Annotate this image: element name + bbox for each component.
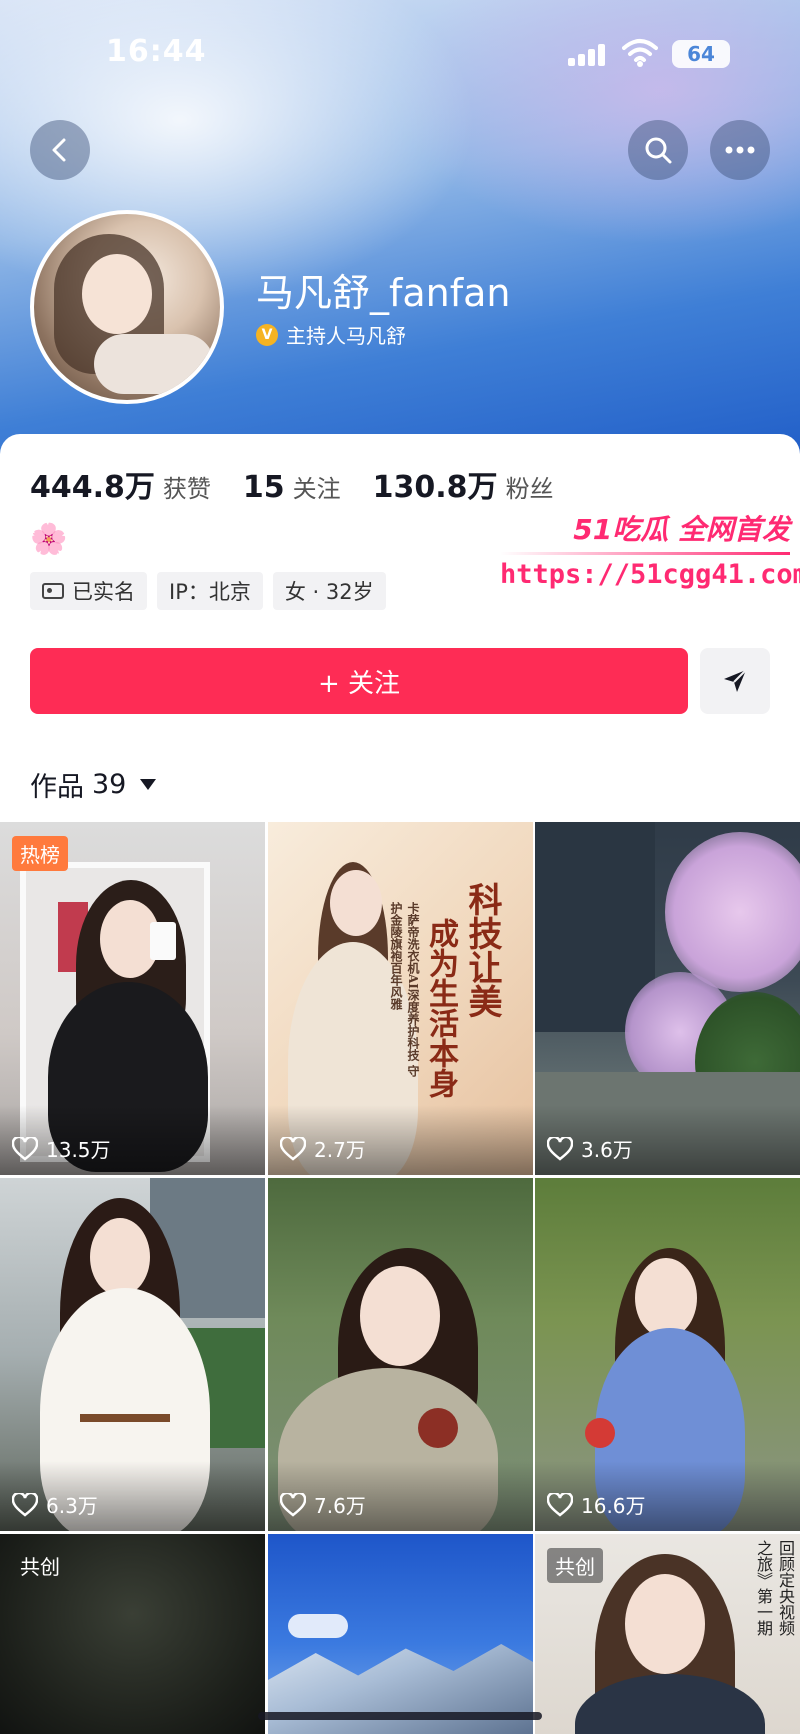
profile-name: 马凡舒_fanfan: [256, 271, 511, 315]
stat-following[interactable]: 15 关注: [243, 469, 341, 505]
stat-followers-label: 粉丝: [505, 475, 554, 503]
poster-subtitle: 成为生活本身: [423, 918, 458, 1098]
verified-label: V 主持人马凡舒: [256, 320, 406, 349]
battery-icon: 64: [672, 40, 730, 68]
watermark-url: https://51cgg41.com: [500, 559, 800, 590]
more-options-button[interactable]: [710, 120, 770, 180]
send-icon: [724, 669, 747, 692]
profile-stats: 444.8万 获赞 15 关注 130.8万 粉丝: [30, 462, 586, 506]
stat-likes[interactable]: 444.8万 获赞: [30, 462, 211, 506]
cellular-signal-icon: [568, 44, 608, 66]
bio-emoji: 🌸: [30, 522, 68, 557]
video-likes-count: 16.6万: [581, 1494, 646, 1518]
verified-badge-icon: V: [256, 323, 278, 346]
heart-icon: [547, 1136, 573, 1161]
works-tab[interactable]: 作品 39: [30, 765, 157, 804]
back-button[interactable]: [30, 120, 90, 180]
status-bar: 16:44 64: [0, 0, 800, 100]
poster-title: 科技让美: [462, 882, 502, 1018]
tag-real-name-label: 已实名: [72, 580, 135, 604]
video-likes: 2.7万: [280, 1134, 366, 1163]
stat-followers[interactable]: 130.8万 粉丝: [373, 462, 554, 506]
search-button[interactable]: [628, 120, 688, 180]
heart-icon: [280, 1136, 306, 1161]
video-tile-2[interactable]: 科技让美 成为生活本身 卡萨帝洗衣机AI深度养护科技 守护金陵旗袍百年风雅 2.…: [268, 822, 533, 1175]
stat-likes-label: 获赞: [162, 475, 211, 503]
co-creation-badge: 共创: [20, 1555, 60, 1579]
status-time: 16:44: [106, 34, 207, 69]
id-card-icon: [42, 583, 64, 599]
video-likes: 7.6万: [280, 1490, 366, 1519]
video-likes: 3.6万: [547, 1134, 633, 1163]
heart-icon: [280, 1492, 306, 1517]
stat-following-value: 15: [242, 470, 285, 505]
heart-icon: [12, 1136, 38, 1161]
tag-ip-location: IP：北京: [157, 572, 263, 610]
video-tile-5[interactable]: 7.6万: [268, 1178, 533, 1531]
side-caption-2: 之旅》第一期: [754, 1540, 773, 1636]
poster-small-text: 卡萨帝洗衣机AI深度养护科技 守护金陵旗袍百年风雅: [389, 902, 420, 1078]
hot-list-badge: 热榜: [12, 836, 68, 871]
verified-text: 主持人马凡舒: [286, 324, 406, 348]
profile-tags: 已实名 IP：北京 女 · 32岁: [30, 572, 386, 610]
video-tile-4[interactable]: 6.3万: [0, 1178, 265, 1531]
follow-button[interactable]: + 关注: [30, 648, 688, 714]
watermark-line: [500, 552, 790, 555]
stat-followers-value: 130.8万: [372, 470, 498, 505]
video-tile-3[interactable]: 3.6万: [535, 822, 800, 1175]
works-tab-count: 39: [92, 769, 127, 800]
home-indicator[interactable]: [258, 1712, 542, 1720]
video-likes: 13.5万: [12, 1134, 111, 1163]
video-likes-count: 2.7万: [314, 1138, 366, 1162]
video-tile-9[interactable]: 回顾定央视频 之旅》第一期 共创: [535, 1534, 800, 1734]
stat-following-label: 关注: [292, 475, 341, 503]
chevron-left-icon: [52, 138, 66, 162]
search-icon: [645, 137, 672, 164]
video-grid: 热榜 13.5万 科技让美 成为生活本身 卡萨帝洗衣机AI深度养护科技 守护金陵…: [0, 822, 800, 1734]
watermark-overlay: 51吃瓜 全网首发 https://51cgg41.com: [500, 508, 800, 590]
tag-real-name[interactable]: 已实名: [30, 572, 147, 610]
video-likes: 16.6万: [547, 1490, 646, 1519]
stat-likes-value: 444.8万: [30, 470, 155, 505]
heart-icon: [547, 1492, 573, 1517]
video-tile-7[interactable]: 共创: [0, 1534, 265, 1734]
video-likes-count: 13.5万: [46, 1138, 111, 1162]
video-tile-1[interactable]: 热榜 13.5万: [0, 822, 265, 1175]
video-tile-6[interactable]: 16.6万: [535, 1178, 800, 1531]
wifi-icon: [622, 39, 658, 67]
profile-avatar[interactable]: [30, 210, 224, 404]
co-creation-badge: 共创: [547, 1548, 603, 1583]
works-tab-label: 作品: [30, 772, 84, 803]
watermark-title: 51吃瓜 全网首发: [573, 513, 790, 546]
video-likes-count: 7.6万: [314, 1494, 366, 1518]
video-likes: 6.3万: [12, 1490, 98, 1519]
more-dots-icon: [725, 146, 755, 154]
video-tile-8[interactable]: [268, 1534, 533, 1734]
side-caption-1: 回顾定央视频: [776, 1540, 795, 1636]
video-likes-count: 6.3万: [46, 1494, 98, 1518]
heart-icon: [12, 1492, 38, 1517]
caret-down-icon: [140, 779, 157, 790]
tag-gender-age: 女 · 32岁: [272, 572, 386, 610]
share-button[interactable]: [700, 648, 770, 714]
video-likes-count: 3.6万: [581, 1138, 633, 1162]
